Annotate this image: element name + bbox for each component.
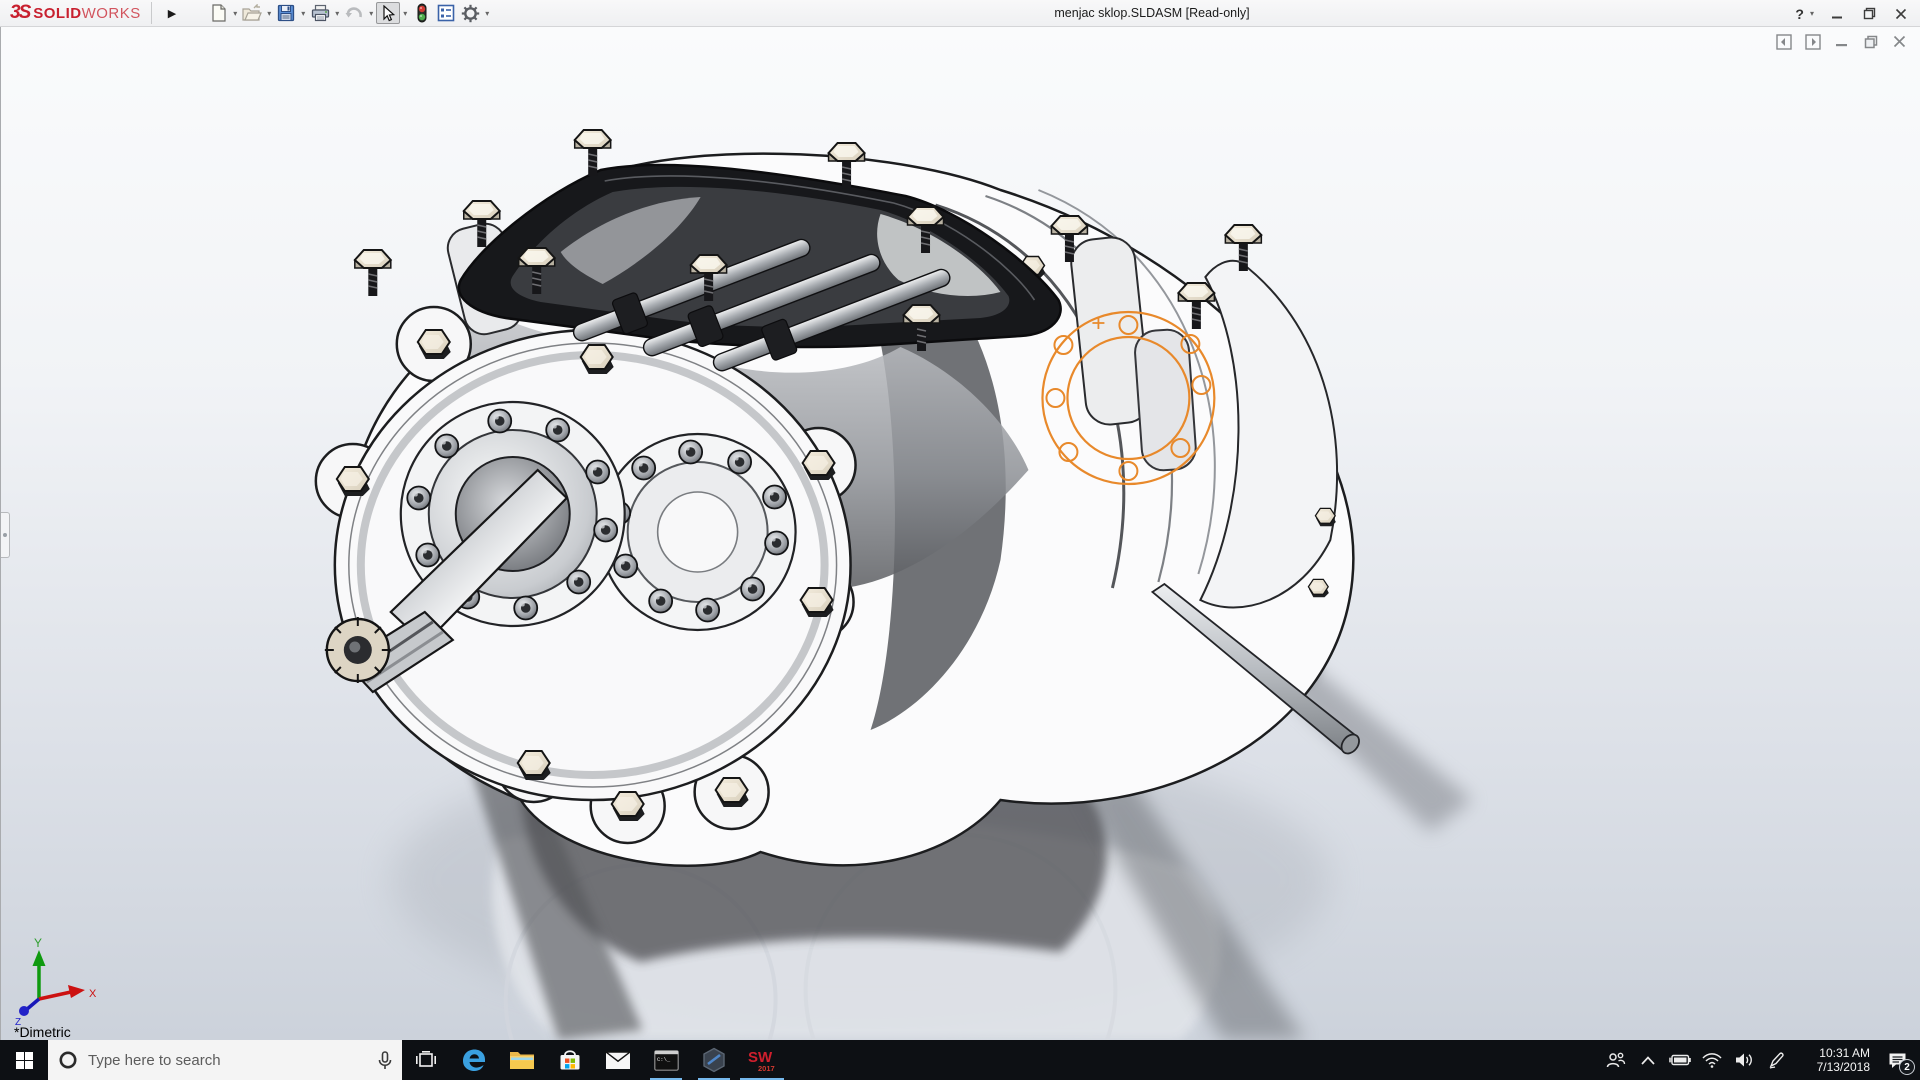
options-button[interactable] [458, 2, 482, 24]
undo-icon [344, 4, 364, 22]
start-button[interactable] [0, 1040, 48, 1080]
solidworks-app-icon: SW 2017 [747, 1046, 777, 1074]
restore-icon [1863, 7, 1876, 20]
ds-logo-mark: 3S [10, 2, 29, 24]
cmd-prompt-text: C:\_ [657, 1056, 671, 1063]
notification-badge: 2 [1899, 1059, 1915, 1075]
undo-caret[interactable]: ▾ [366, 9, 376, 18]
panel-splitter-handle[interactable] [1, 512, 10, 558]
taskbar-spacer [786, 1040, 1602, 1080]
chevron-up-icon[interactable] [1634, 1040, 1662, 1080]
view-orientation-label: *Dimetric [14, 1024, 71, 1040]
document-title: menjac sklop.SLDASM [Read-only] [1054, 0, 1249, 27]
rebuild-button[interactable] [410, 2, 434, 24]
undo-button[interactable] [342, 2, 366, 24]
task-view-button[interactable] [402, 1040, 450, 1080]
print-caret[interactable]: ▾ [332, 9, 342, 18]
help-caret[interactable]: ▾ [1810, 9, 1814, 18]
triad-x-label: X [89, 988, 97, 1000]
taskbar-app-edge[interactable] [450, 1040, 498, 1080]
save-button[interactable] [274, 2, 298, 24]
taskbar-app-mail[interactable] [594, 1040, 642, 1080]
menu-flyout-arrow[interactable]: ▶ [160, 7, 184, 20]
solidworks-icon-year: 2017 [758, 1064, 775, 1073]
taskbar-app-solidworks[interactable]: SW 2017 [738, 1040, 786, 1080]
file-explorer-icon [509, 1049, 535, 1071]
new-document-button[interactable] [206, 2, 230, 24]
taskbar-app-microsoft-store[interactable] [546, 1040, 594, 1080]
taskbar-app-cad-viewer[interactable] [690, 1040, 738, 1080]
select-tool-caret[interactable]: ▾ [400, 9, 410, 18]
taskbar: C:\_ SW 2017 [0, 1040, 1920, 1080]
clock-time: 10:31 AM [1796, 1046, 1870, 1060]
system-tray [1602, 1040, 1794, 1080]
rebuild-traffic-light-icon [416, 3, 428, 23]
print-icon [311, 4, 330, 22]
right-hub-cover[interactable] [600, 434, 796, 630]
volume-icon[interactable] [1730, 1040, 1758, 1080]
people-icon[interactable] [1602, 1040, 1630, 1080]
close-icon [1895, 8, 1907, 20]
logo-solid: SOLID [33, 5, 81, 22]
open-caret[interactable]: ▾ [264, 9, 274, 18]
file-properties-icon [437, 4, 455, 22]
minimize-icon [1831, 8, 1843, 20]
help-button[interactable]: ? [1795, 6, 1804, 22]
restore-button[interactable] [1860, 5, 1878, 23]
cortana-icon [58, 1050, 78, 1070]
pen-icon[interactable] [1762, 1040, 1790, 1080]
edge-icon [461, 1047, 487, 1073]
print-button[interactable] [308, 2, 332, 24]
open-button[interactable] [240, 2, 264, 24]
new-document-icon [210, 4, 227, 22]
divider [151, 2, 152, 24]
task-view-icon [416, 1051, 436, 1069]
select-cursor-icon [381, 5, 395, 22]
logo-works: WORKS [82, 5, 141, 22]
save-caret[interactable]: ▾ [298, 9, 308, 18]
graphics-viewport[interactable]: Y X Z *Dimetric [0, 27, 1920, 1040]
taskbar-app-command-prompt[interactable]: C:\_ [642, 1040, 690, 1080]
microsoft-store-icon [558, 1048, 582, 1072]
battery-icon[interactable] [1666, 1040, 1694, 1080]
select-tool-button[interactable] [376, 2, 400, 24]
triad-y-label: Y [34, 936, 42, 950]
new-document-caret[interactable]: ▾ [230, 9, 240, 18]
minimize-button[interactable] [1828, 5, 1846, 23]
titlebar: 3S SOLID WORKS ▶ ▾ ▾ [0, 0, 1920, 27]
reference-triad: Y X Z [15, 936, 97, 1028]
search-input[interactable] [88, 1052, 368, 1069]
cad-viewer-hexagon-icon [702, 1047, 726, 1073]
file-properties-button[interactable] [434, 2, 458, 24]
quick-toolbar: ▾ ▾ ▾ [206, 2, 492, 24]
wifi-icon[interactable] [1698, 1040, 1726, 1080]
taskbar-clock[interactable]: 10:31 AM 7/13/2018 [1794, 1040, 1874, 1080]
taskbar-app-file-explorer[interactable] [498, 1040, 546, 1080]
save-floppy-icon [277, 4, 295, 22]
windows-logo-icon [16, 1052, 33, 1069]
options-caret[interactable]: ▾ [482, 9, 492, 18]
microphone-icon[interactable] [378, 1051, 392, 1070]
close-button[interactable] [1892, 5, 1910, 23]
mail-icon [605, 1051, 631, 1070]
gearbox-assembly-model[interactable]: Y X Z [1, 27, 1920, 1040]
command-prompt-icon: C:\_ [654, 1050, 679, 1071]
clock-date: 7/13/2018 [1796, 1060, 1870, 1074]
solidworks-logo: 3S SOLID WORKS [10, 2, 141, 24]
window-controls: ? ▾ [1795, 0, 1910, 27]
action-center-button[interactable]: 2 [1874, 1040, 1920, 1080]
taskbar-search[interactable] [48, 1040, 402, 1080]
options-gear-icon [461, 4, 480, 23]
open-folder-icon [242, 4, 262, 22]
